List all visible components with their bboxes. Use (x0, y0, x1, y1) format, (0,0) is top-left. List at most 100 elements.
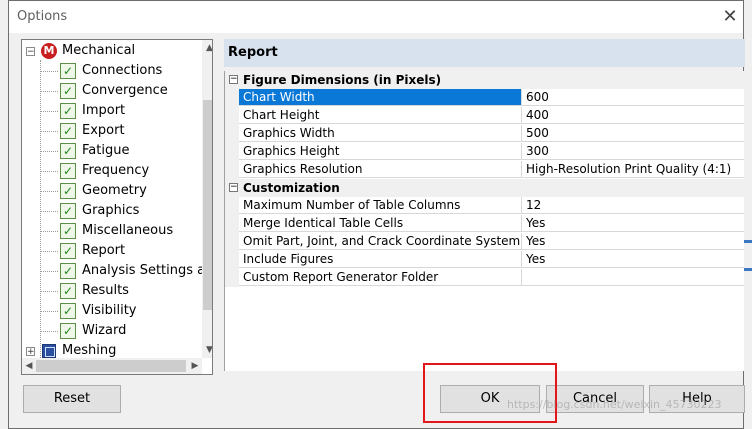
row-gutter (225, 89, 239, 107)
property-name[interactable]: Chart Height (239, 107, 522, 124)
property-name[interactable]: Maximum Number of Table Columns (239, 197, 522, 214)
category-label: Figure Dimensions (in Pixels) (243, 73, 442, 87)
tree-connector (40, 291, 58, 292)
property-value[interactable]: Yes (522, 233, 744, 250)
checkmark-icon: ✓ (60, 103, 76, 119)
property-row[interactable]: Include Figures Yes (225, 251, 744, 269)
meshing-icon (42, 344, 56, 358)
row-gutter (225, 233, 239, 251)
annotation-highlight-box (423, 363, 557, 423)
tree-connector (40, 91, 58, 92)
expand-icon[interactable]: + (26, 347, 35, 357)
property-value[interactable]: 12 (522, 197, 744, 214)
property-value[interactable]: Yes (522, 215, 744, 232)
tree-vertical-scrollbar[interactable]: ▲ ▼ (202, 40, 212, 358)
checkmark-icon: ✓ (60, 323, 76, 339)
window-title: Options (17, 9, 68, 24)
property-name[interactable]: Custom Report Generator Folder (239, 269, 522, 286)
close-icon[interactable]: ✕ (717, 4, 743, 30)
property-row[interactable]: Maximum Number of Table Columns 12 (225, 197, 744, 215)
tree-node-label: Frequency (82, 163, 150, 178)
property-name[interactable]: Omit Part, Joint, and Crack Coordinate S… (239, 233, 522, 250)
checkmark-icon: ✓ (60, 163, 76, 179)
panel-title: Report (228, 45, 278, 60)
row-gutter (225, 215, 239, 233)
row-gutter (225, 107, 239, 125)
property-value[interactable]: 500 (522, 125, 744, 142)
property-name[interactable]: Merge Identical Table Cells (239, 215, 522, 232)
property-grid[interactable]: − Figure Dimensions (in Pixels) Chart Widt… (224, 71, 744, 371)
tree-connector (40, 211, 58, 212)
checkmark-icon: ✓ (60, 63, 76, 79)
property-name[interactable]: Chart Width (239, 89, 522, 106)
property-value[interactable]: 400 (522, 107, 744, 124)
tree-node-label: Report (82, 243, 126, 258)
scroll-left-icon[interactable]: ◀ (22, 358, 36, 374)
checkmark-icon: ✓ (60, 143, 76, 159)
tree-node-label: Visibility (82, 303, 137, 318)
collapse-icon[interactable]: − (229, 183, 238, 192)
property-row[interactable]: Merge Identical Table Cells Yes (225, 215, 744, 233)
tree-node-label: Results (82, 283, 129, 298)
property-value[interactable] (522, 269, 744, 286)
checkmark-icon: ✓ (60, 263, 76, 279)
reset-button[interactable]: Reset (23, 385, 121, 413)
checkmark-icon: ✓ (60, 83, 76, 99)
tree-connector (40, 271, 58, 272)
tree-connector (40, 71, 58, 72)
scrollbar-thumb[interactable] (203, 100, 212, 310)
checkmark-icon: ✓ (60, 183, 76, 199)
property-row[interactable]: Graphics Height 300 (225, 143, 744, 161)
checkmark-icon: ✓ (60, 243, 76, 259)
row-gutter (225, 251, 239, 269)
options-tree[interactable]: − M Mechanical ✓ Connections ✓ Convergence ✓… (21, 39, 213, 375)
collapse-icon[interactable]: − (26, 47, 35, 57)
tree-node-label: Fatigue (82, 143, 130, 158)
collapse-icon[interactable]: − (229, 75, 238, 84)
tree-node-label: Geometry (82, 183, 147, 198)
tree-connector-line (40, 60, 42, 372)
row-gutter (225, 125, 239, 143)
scrollbar-thumb[interactable] (36, 360, 186, 372)
scroll-up-icon[interactable]: ▲ (202, 40, 212, 56)
tree-connector (40, 131, 58, 132)
tree-connector (40, 311, 58, 312)
title-bar: Options ✕ (9, 1, 743, 33)
tree-node-label: Analysis Settings ar (82, 263, 211, 278)
checkmark-icon: ✓ (60, 283, 76, 299)
property-category[interactable]: − Customization (225, 179, 744, 197)
tree-connector (40, 231, 58, 232)
tree-connector (40, 151, 58, 152)
scroll-down-icon[interactable]: ▼ (202, 342, 212, 358)
tree-node-label: Mechanical (62, 43, 136, 58)
property-name[interactable]: Graphics Resolution (239, 161, 522, 178)
row-gutter (225, 197, 239, 215)
property-row[interactable]: Graphics Resolution High-Resolution Print… (225, 161, 744, 179)
property-value[interactable]: 600 (522, 89, 744, 106)
checkmark-icon: ✓ (60, 223, 76, 239)
property-row[interactable]: Custom Report Generator Folder (225, 269, 744, 287)
tree-horizontal-scrollbar[interactable]: ◀ ▶ (22, 358, 202, 374)
scroll-right-icon[interactable]: ▶ (188, 358, 202, 374)
property-name[interactable]: Graphics Height (239, 143, 522, 160)
property-row[interactable]: Omit Part, Joint, and Crack Coordinate S… (225, 233, 744, 251)
panel-header: Report (224, 39, 745, 67)
tree-node-label: Convergence (82, 83, 168, 98)
property-category[interactable]: − Figure Dimensions (in Pixels) (225, 71, 744, 89)
tree-connector (40, 251, 58, 252)
property-row[interactable]: Graphics Width 500 (225, 125, 744, 143)
property-name[interactable]: Include Figures (239, 251, 522, 268)
tree-node-label: Graphics (82, 203, 140, 218)
tree-connector (40, 191, 58, 192)
tree-node-label: Export (82, 123, 125, 138)
row-gutter (225, 269, 239, 287)
mechanical-logo-icon: M (41, 43, 57, 59)
property-row[interactable]: Chart Height 400 (225, 107, 744, 125)
property-value[interactable]: High-Resolution Print Quality (4:1) (522, 161, 744, 178)
category-label: Customization (243, 181, 340, 195)
property-value[interactable]: Yes (522, 251, 744, 268)
property-row[interactable]: Chart Width 600 (225, 89, 744, 107)
property-value[interactable]: 300 (522, 143, 744, 160)
property-name[interactable]: Graphics Width (239, 125, 522, 142)
row-gutter (225, 143, 239, 161)
